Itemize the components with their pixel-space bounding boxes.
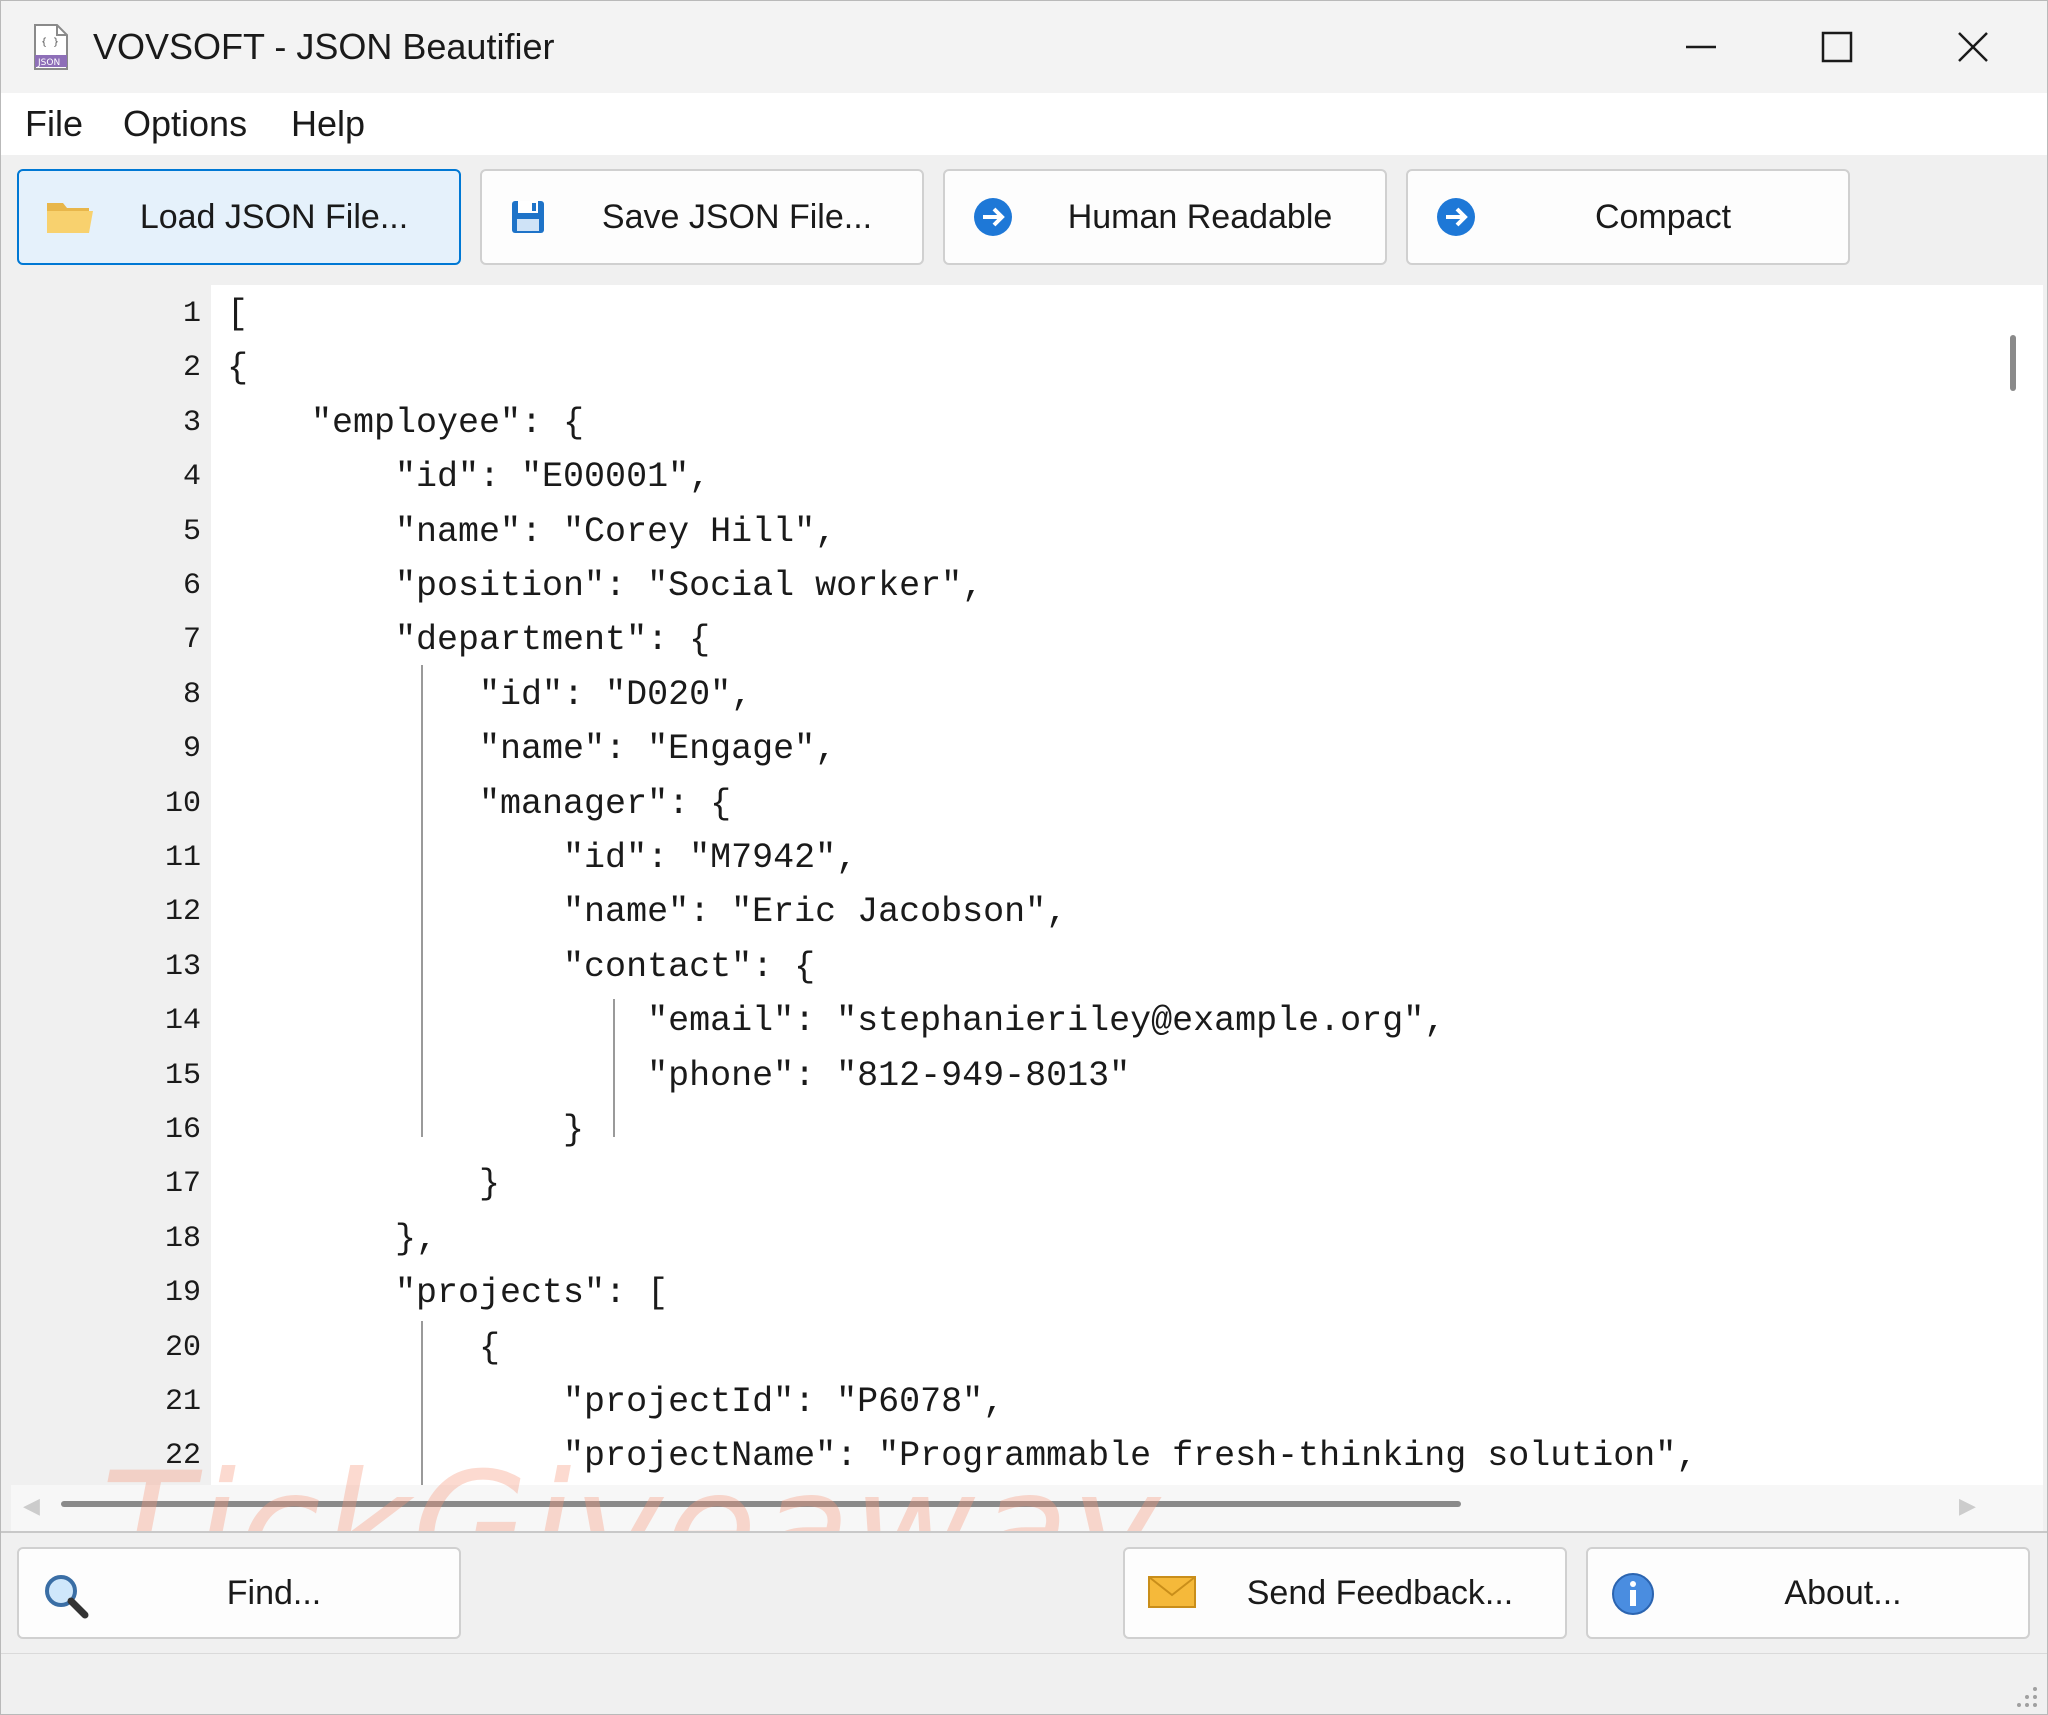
window-title: VOVSOFT - JSON Beautifier: [93, 26, 555, 67]
toolbar: Load JSON File... Save JSON File... Huma…: [1, 155, 2047, 281]
line-number: 17: [164, 1167, 201, 1202]
find-button[interactable]: Find...: [17, 1547, 461, 1639]
code-line[interactable]: {: [227, 341, 248, 395]
vertical-scrollbar[interactable]: [1997, 285, 2043, 1485]
load-json-button[interactable]: Load JSON File...: [17, 169, 461, 265]
close-button[interactable]: [1905, 1, 2041, 93]
line-number-gutter: 1 2 3 4 5 6 7 8 9 10 11 12 13 14 15 16 17 18 19 20 21 22: [11, 285, 211, 1485]
about-button[interactable]: About...: [1586, 1547, 2030, 1639]
line-number: 1: [182, 297, 201, 331]
code-line[interactable]: "id": "M7942",: [227, 831, 857, 885]
human-readable-button[interactable]: Human Readable: [943, 169, 1387, 265]
compact-label: Compact: [1594, 198, 1732, 236]
code-line[interactable]: "projects": [: [227, 1266, 668, 1320]
code-line[interactable]: }: [227, 1157, 500, 1211]
menu-bar: File Options Help: [1, 93, 2047, 155]
app-window: { } JSON VOVSOFT - JSON Beautifier File …: [0, 0, 2048, 1715]
load-json-label: Load JSON File...: [139, 198, 409, 236]
line-number: 2: [182, 351, 201, 386]
code-line[interactable]: "position": "Social worker",: [227, 559, 983, 613]
save-json-label: Save JSON File...: [601, 198, 873, 236]
svg-text:{ }: { }: [41, 37, 59, 48]
code-line[interactable]: "name": "Engage",: [227, 722, 836, 776]
envelope-icon: [1147, 1571, 1197, 1617]
line-number: 8: [182, 677, 201, 712]
minimize-icon: [1686, 45, 1716, 49]
about-label: About...: [1784, 1574, 1902, 1612]
scroll-right-icon[interactable]: ▶: [1959, 1493, 1983, 1518]
folder-icon: [45, 197, 93, 237]
maximize-button[interactable]: [1769, 1, 1905, 93]
vertical-scroll-thumb[interactable]: [2010, 335, 2016, 391]
line-number: 9: [182, 732, 201, 767]
line-number: 18: [164, 1221, 201, 1256]
resize-grip-icon[interactable]: [2009, 1679, 2039, 1709]
title-bar[interactable]: { } JSON VOVSOFT - JSON Beautifier: [1, 1, 2047, 93]
arrow-right-circle-icon: [1434, 197, 1480, 237]
line-number: 20: [164, 1330, 201, 1365]
close-icon: [1958, 32, 1988, 62]
save-json-button[interactable]: Save JSON File...: [480, 169, 924, 265]
code-line[interactable]: "manager": {: [227, 777, 731, 831]
maximize-icon: [1821, 31, 1853, 63]
line-number: 4: [182, 460, 201, 495]
send-feedback-label: Send Feedback...: [1246, 1574, 1514, 1612]
line-number: 3: [182, 405, 201, 440]
line-number: 19: [164, 1276, 201, 1311]
menu-help[interactable]: Help: [287, 103, 369, 145]
compact-button[interactable]: Compact: [1406, 169, 1850, 265]
code-line[interactable]: "contact": {: [227, 940, 815, 994]
line-number: 16: [164, 1113, 201, 1147]
line-number: 10: [164, 786, 201, 821]
code-line[interactable]: "employee": {: [227, 396, 584, 450]
bottom-toolbar: Find... Send Feedback... About...: [1, 1531, 2047, 1653]
arrow-right-circle-icon: [971, 197, 1017, 237]
line-number: 11: [164, 841, 201, 875]
code-line[interactable]: "id": "E00001",: [227, 450, 710, 504]
minimize-button[interactable]: [1633, 1, 1769, 93]
horizontal-scroll-thumb[interactable]: [61, 1501, 1461, 1507]
code-line[interactable]: "projectId": "P6078",: [227, 1375, 1004, 1429]
code-line[interactable]: [: [227, 287, 248, 341]
code-line[interactable]: {: [227, 1321, 500, 1375]
menu-options[interactable]: Options: [119, 103, 251, 145]
code-line[interactable]: "department": {: [227, 613, 710, 667]
code-line[interactable]: "name": "Corey Hill",: [227, 505, 836, 559]
info-icon: [1610, 1571, 1660, 1617]
line-number: 7: [182, 623, 201, 658]
send-feedback-button[interactable]: Send Feedback...: [1123, 1547, 1567, 1639]
code-line[interactable]: "id": "D020",: [227, 668, 752, 722]
code-line[interactable]: "phone": "812-949-8013": [227, 1049, 1130, 1103]
json-editor[interactable]: 1 2 3 4 5 6 7 8 9 10 11 12 13 14 15 16 17 18 19 20 21 22 [{ "…: [11, 285, 2043, 1531]
status-bar: [1, 1653, 2047, 1714]
line-number: 12: [164, 895, 201, 930]
svg-text:JSON: JSON: [37, 58, 60, 68]
code-line[interactable]: }: [227, 1103, 584, 1157]
line-number: 21: [164, 1385, 201, 1419]
human-readable-label: Human Readable: [1067, 198, 1333, 236]
line-number: 5: [182, 514, 201, 549]
code-line[interactable]: "email": "stephanieriley@example.org",: [227, 994, 1445, 1048]
scroll-left-icon[interactable]: ◀: [23, 1493, 47, 1518]
magnifier-icon: [41, 1571, 91, 1619]
floppy-disk-icon: [508, 197, 554, 237]
find-label: Find...: [226, 1574, 322, 1612]
line-number: 14: [164, 1004, 201, 1039]
menu-file[interactable]: File: [21, 103, 87, 145]
line-number: 15: [164, 1058, 201, 1093]
code-line[interactable]: },: [227, 1212, 437, 1266]
code-line[interactable]: "name": "Eric Jacobson",: [227, 885, 1067, 939]
horizontal-scrollbar[interactable]: [11, 1485, 2043, 1531]
line-number: 13: [164, 949, 201, 984]
code-line[interactable]: "projectName": "Programmable fresh-think…: [227, 1429, 1697, 1483]
code-area[interactable]: [{ "employee": { "id": "E00001", "name":…: [211, 285, 1997, 1485]
json-file-icon: { } JSON: [31, 23, 71, 71]
line-number: 6: [182, 569, 201, 603]
line-number: 22: [164, 1439, 201, 1474]
